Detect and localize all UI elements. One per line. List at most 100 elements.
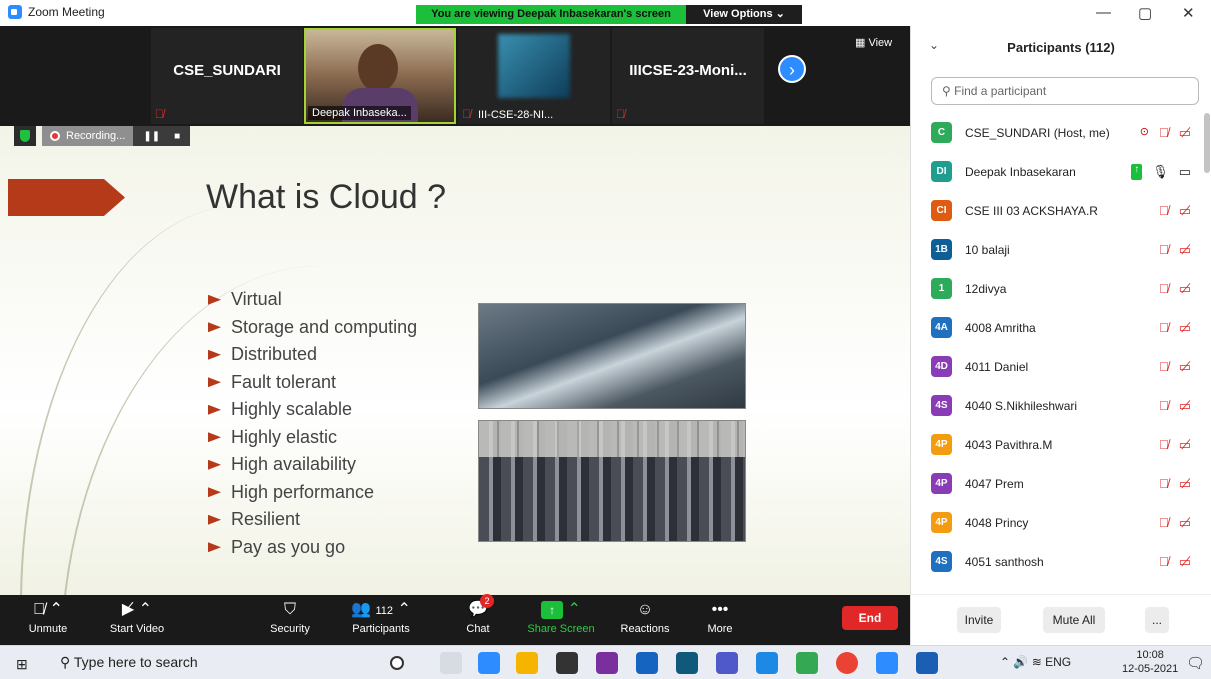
recording-bar: Recording... ❚❚ ■ (14, 126, 191, 146)
participant-row[interactable]: 4D 4011 Daniel 🎙̸ ▭̸ (911, 347, 1201, 386)
view-options-button[interactable]: View Options ⌄ (686, 5, 802, 24)
mic-muted-icon[interactable]: 🎙̸ (1159, 203, 1169, 219)
participant-row[interactable]: CI CSE III 03 ACKSHAYA.R 🎙̸ ▭̸ (911, 191, 1201, 230)
more-button[interactable]: ••• More (700, 595, 740, 645)
recording-label: Recording... (66, 130, 126, 142)
search-icon: ⚲ (942, 84, 955, 98)
participant-row[interactable]: 4S 4051 santhosh 🎙̸ ▭̸ (911, 542, 1201, 581)
stop-recording-button[interactable]: ■ (174, 131, 180, 142)
clock-time: 10:08 (1136, 649, 1164, 661)
participant-row[interactable]: 4S 4040 S.Nikhileshwari 🎙̸ ▭̸ (911, 386, 1201, 425)
bullet-item: Distributed (208, 341, 417, 369)
view-layout-button[interactable]: ▦ View (855, 36, 892, 49)
participant-row[interactable]: 4P 4043 Pavithra.M 🎙̸ ▭̸ (911, 425, 1201, 464)
participant-row[interactable]: 4S4054 Sh...🎙̸▭̸ (911, 581, 1201, 590)
mic-muted-icon[interactable]: 🎙̸ (1159, 515, 1169, 531)
participant-row[interactable]: 4P 4047 Prem 🎙̸ ▭̸ (911, 464, 1201, 503)
participant-row[interactable]: 4P 4048 Princy 🎙̸ ▭̸ (911, 503, 1201, 542)
wifi-icon[interactable]: ≋ (1032, 655, 1045, 669)
cortana-icon[interactable] (390, 656, 404, 670)
participants-button[interactable]: 👥 112 ⌃ Participants (342, 595, 420, 645)
chrome-icon[interactable] (836, 652, 858, 674)
video-off-icon: ▶̸ ⌃ (121, 601, 153, 618)
participant-row[interactable]: 1B 10 balaji 🎙̸ ▭̸ (911, 230, 1201, 269)
share-screen-button[interactable]: ↑ ⌃ Share Screen (524, 595, 598, 645)
participant-name: 4008 Amritha (965, 320, 1036, 335)
participant-list: C CSE_SUNDARI (Host, me) ⊙ 🎙̸ ▭̸ DI Deepak Inb… (911, 113, 1201, 590)
participant-row[interactable]: 1 12divya 🎙̸ ▭̸ (911, 269, 1201, 308)
mic-muted-icon[interactable]: 🎙̸ (1159, 242, 1169, 258)
zoom-icon[interactable] (876, 652, 898, 674)
photos-icon[interactable] (676, 652, 698, 674)
participant-name: 12divya (965, 281, 1007, 296)
volume-icon[interactable]: 🔊 (1013, 655, 1031, 669)
teams-icon[interactable] (716, 652, 738, 674)
mic-muted-icon[interactable]: 🎙̸ (1159, 476, 1169, 492)
participant-row[interactable]: DI Deepak Inbasekaran ↑ 🎙 ▭ (911, 152, 1201, 191)
unmute-button[interactable]: 🎙̸ ⌃ Unmute (20, 595, 76, 645)
mic-muted-icon[interactable]: 🎙̸ (1159, 125, 1169, 141)
ellipsis-icon: ••• (711, 601, 729, 618)
calendar-icon[interactable] (756, 652, 778, 674)
next-page-button[interactable]: › (778, 55, 806, 83)
file-explorer-icon[interactable] (516, 652, 538, 674)
pause-recording-button[interactable]: ❚❚ (143, 131, 160, 142)
avatar: 4P (931, 512, 952, 533)
video-tile-iii-cse-28[interactable]: III-CSE-28-NI... 🎙̸ (458, 28, 610, 124)
video-tile-deepak[interactable]: Deepak Inbaseka... (304, 28, 456, 124)
scrollbar[interactable] (1204, 113, 1210, 173)
word-icon[interactable] (916, 652, 938, 674)
notification-icon[interactable]: 🗨 (1186, 654, 1205, 672)
video-off-icon: ▭̸ (1178, 397, 1191, 413)
minimize-button[interactable]: — (1096, 4, 1111, 21)
mute-all-button[interactable]: Mute All (1043, 607, 1105, 633)
video-tile-cse-sundari[interactable]: CSE_SUNDARI 🎙̸ (151, 28, 303, 124)
mic-muted-icon[interactable]: 🎙̸ (1159, 281, 1169, 297)
mic-muted-icon: 🎙̸ (616, 107, 625, 121)
task-view-icon[interactable] (440, 652, 462, 674)
store-icon[interactable] (556, 652, 578, 674)
mic-muted-icon[interactable]: 🎙̸ (1159, 554, 1169, 570)
clock[interactable]: 10:08 12-05-2021 (1122, 648, 1178, 676)
participant-name: 4051 santhosh (965, 554, 1044, 569)
participant-status-icons: 🎙̸ ▭̸ (1159, 515, 1191, 531)
more-options-button[interactable]: ... (1145, 607, 1169, 633)
video-tile-iiicse-23[interactable]: IIICSE-23-Moni... 🎙̸ (612, 28, 764, 124)
avatar: 4P (931, 473, 952, 494)
taskbar-search-label: Type here to search (73, 654, 198, 670)
participant-status-icons: 🎙̸ ▭̸ (1159, 203, 1191, 219)
reactions-label: Reactions (620, 623, 670, 635)
close-button[interactable]: ✕ (1182, 4, 1195, 22)
participant-row[interactable]: C CSE_SUNDARI (Host, me) ⊙ 🎙̸ ▭̸ (911, 113, 1201, 152)
taskbar-search[interactable]: ⚲ Type here to search (60, 654, 198, 671)
mic-icon[interactable]: 🎙 (1152, 164, 1169, 180)
participant-name: 10 balaji (965, 242, 1010, 257)
restore-button[interactable]: ▢ (1138, 4, 1152, 22)
video-off-icon: ▭̸ (1178, 202, 1191, 218)
participant-status-icons: 🎙̸ ▭̸ (1159, 476, 1191, 492)
participant-row[interactable]: 4A 4008 Amritha 🎙̸ ▭̸ (911, 308, 1201, 347)
end-meeting-button[interactable]: End (842, 606, 898, 630)
edge-icon[interactable] (478, 652, 500, 674)
onenote-icon[interactable] (596, 652, 618, 674)
reactions-button[interactable]: ☺ Reactions (616, 595, 674, 645)
participant-status-icons: ⊙ 🎙̸ ▭̸ (1140, 125, 1191, 141)
mail-icon[interactable] (636, 652, 658, 674)
sharing-icon: ↑ (1131, 163, 1143, 180)
invite-button[interactable]: Invite (957, 607, 1001, 633)
mic-muted-icon[interactable]: 🎙̸ (1159, 437, 1169, 453)
chevron-up-icon[interactable]: ⌃ (1000, 655, 1010, 669)
prime-video-icon[interactable] (796, 652, 818, 674)
mic-muted-icon[interactable]: 🎙̸ (1159, 359, 1169, 375)
language-indicator[interactable]: ENG (1045, 655, 1071, 669)
mic-muted-icon[interactable]: 🎙̸ (1159, 398, 1169, 414)
security-button[interactable]: ⛉ Security (262, 595, 318, 645)
video-off-icon: ▭̸ (1178, 514, 1191, 530)
windows-start-icon[interactable]: ⊞ (16, 656, 28, 673)
avatar: 4P (931, 434, 952, 455)
avatar: DI (931, 161, 952, 182)
windows-taskbar: ⊞ ⚲ Type here to search ⌃ 🔊 ≋ ENG 10:08 … (0, 645, 1211, 679)
start-video-button[interactable]: ▶̸ ⌃ Start Video (100, 595, 174, 645)
find-participant-input[interactable]: ⚲ Find a participant (931, 77, 1199, 105)
mic-muted-icon[interactable]: 🎙̸ (1159, 320, 1169, 336)
